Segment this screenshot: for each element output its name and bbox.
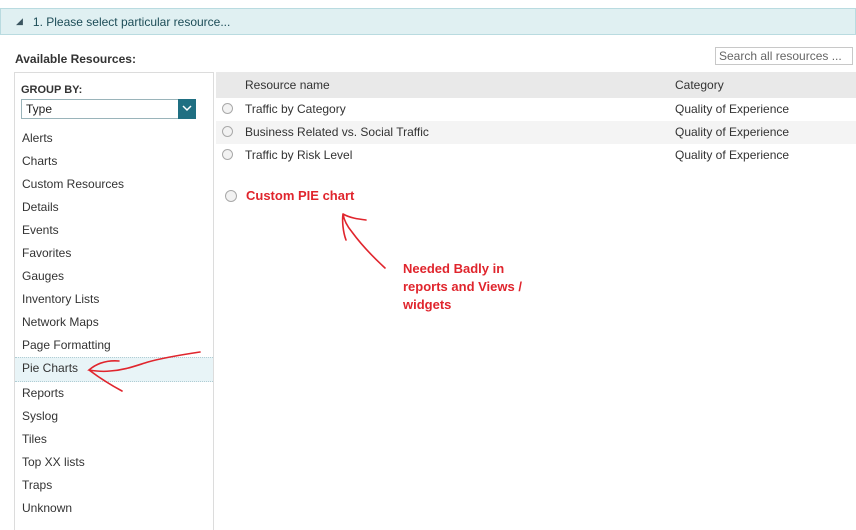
type-item-details[interactable]: Details <box>15 196 213 219</box>
resource-category-cell: Quality of Experience <box>675 148 790 162</box>
resource-name-cell: Business Related vs. Social Traffic <box>245 125 429 139</box>
chevron-down-icon[interactable] <box>178 99 196 119</box>
resource-category-cell: Quality of Experience <box>675 125 790 139</box>
type-item-gauges[interactable]: Gauges <box>15 265 213 288</box>
type-item-pie-charts[interactable]: Pie Charts <box>15 357 213 382</box>
type-item-alerts[interactable]: Alerts <box>15 127 213 150</box>
type-item-top-xx-lists[interactable]: Top XX lists <box>15 451 213 474</box>
type-item-traps[interactable]: Traps <box>15 474 213 497</box>
column-header-category[interactable]: Category <box>675 78 724 92</box>
resource-radio[interactable] <box>222 149 233 160</box>
resource-name-cell: Traffic by Category <box>245 102 346 116</box>
column-header-resource-name[interactable]: Resource name <box>245 78 330 92</box>
annotation-note-line: reports and Views / <box>403 279 522 294</box>
group-by-label: GROUP BY: <box>21 84 83 96</box>
type-item-inventory-lists[interactable]: Inventory Lists <box>15 288 213 311</box>
step-title: 1. Please select particular resource... <box>32 14 231 29</box>
available-resources-label: Available Resources: <box>15 52 136 66</box>
type-item-custom-resources[interactable]: Custom Resources <box>15 173 213 196</box>
group-by-value: Type <box>26 102 53 116</box>
annotation-note-line: Needed Badly in <box>403 261 505 276</box>
custom-pie-chart-radio[interactable] <box>225 190 237 202</box>
type-item-charts[interactable]: Charts <box>15 150 213 173</box>
type-item-page-formatting[interactable]: Page Formatting <box>15 334 213 357</box>
search-input[interactable] <box>715 47 853 65</box>
resource-picker-page: ◢ 1. Please select particular resource..… <box>0 0 856 530</box>
custom-pie-chart-label: Custom PIE chart <box>246 188 355 203</box>
type-item-reports[interactable]: Reports <box>15 382 213 405</box>
step-header[interactable]: ◢ 1. Please select particular resource..… <box>0 8 856 35</box>
group-by-panel: GROUP BY: Type Alerts Charts Custom Reso… <box>14 72 214 530</box>
resource-grid: Resource name Category Traffic by Catego… <box>216 72 856 167</box>
type-list: Alerts Charts Custom Resources Details E… <box>15 127 213 520</box>
table-row[interactable]: Traffic by Category Quality of Experienc… <box>216 98 856 121</box>
type-item-events[interactable]: Events <box>15 219 213 242</box>
annotation-note-line: widgets <box>403 297 452 312</box>
resource-name-cell: Traffic by Risk Level <box>245 148 353 162</box>
type-item-syslog[interactable]: Syslog <box>15 405 213 428</box>
group-by-select[interactable]: Type <box>21 99 196 119</box>
annotation-note: Needed Badly in reports and Views / widg… <box>403 260 543 314</box>
handdrawn-arrow-to-custom-chart <box>341 213 386 269</box>
custom-pie-chart-option[interactable]: Custom PIE chart <box>216 187 516 207</box>
type-item-favorites[interactable]: Favorites <box>15 242 213 265</box>
table-row[interactable]: Business Related vs. Social Traffic Qual… <box>216 121 856 144</box>
resource-radio[interactable] <box>222 126 233 137</box>
table-row[interactable]: Traffic by Risk Level Quality of Experie… <box>216 144 856 167</box>
resource-radio[interactable] <box>222 103 233 114</box>
type-item-tiles[interactable]: Tiles <box>15 428 213 451</box>
grid-header: Resource name Category <box>216 72 856 98</box>
type-item-unknown[interactable]: Unknown <box>15 497 213 520</box>
resource-category-cell: Quality of Experience <box>675 102 790 116</box>
collapse-caret-icon[interactable]: ◢ <box>16 16 23 27</box>
type-item-network-maps[interactable]: Network Maps <box>15 311 213 334</box>
